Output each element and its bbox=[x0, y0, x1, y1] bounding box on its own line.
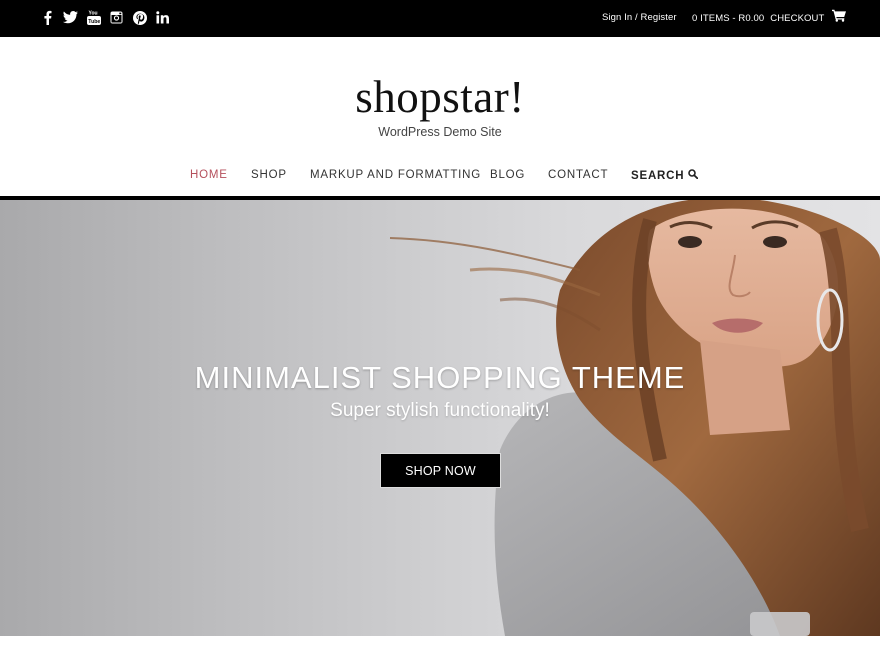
svg-text:Tube: Tube bbox=[88, 19, 100, 25]
cart-summary[interactable]: 0 ITEMS - R0.00 CHECKOUT bbox=[692, 9, 847, 25]
checkout-link[interactable]: CHECKOUT bbox=[770, 13, 824, 24]
shopping-cart-icon[interactable] bbox=[832, 9, 847, 25]
nav-item-home[interactable]: HOME bbox=[190, 169, 228, 181]
instagram-icon[interactable] bbox=[109, 9, 124, 26]
nav-item-contact[interactable]: CONTACT bbox=[548, 169, 608, 181]
facebook-icon[interactable] bbox=[40, 9, 55, 26]
shop-now-button[interactable]: SHOP NOW bbox=[380, 453, 501, 488]
cart-items-count: 0 ITEMS - R0.00 bbox=[692, 13, 765, 24]
search-icon bbox=[688, 169, 699, 182]
sign-in-register-link[interactable]: Sign In / Register bbox=[602, 12, 677, 23]
site-logo[interactable]: shopstar! bbox=[0, 71, 880, 123]
page-bottom-space bbox=[0, 636, 880, 660]
nav-item-blog[interactable]: BLOG bbox=[490, 169, 525, 181]
twitter-icon[interactable] bbox=[63, 9, 78, 26]
pinterest-icon[interactable] bbox=[132, 9, 147, 26]
nav-search-label: SEARCH bbox=[631, 169, 685, 182]
nav-item-search[interactable]: SEARCH bbox=[631, 169, 699, 182]
svg-text:You: You bbox=[88, 11, 97, 17]
social-links: You Tube bbox=[40, 9, 170, 26]
linkedin-icon[interactable] bbox=[155, 9, 170, 26]
hero-title: MINIMALIST SHOPPING THEME bbox=[194, 360, 686, 395]
main-navigation: HOME SHOP MARKUP AND FORMATTING BLOG CON… bbox=[0, 169, 880, 185]
nav-item-markup-and-formatting[interactable]: MARKUP AND FORMATTING bbox=[310, 169, 481, 181]
site-tagline: WordPress Demo Site bbox=[378, 125, 502, 139]
youtube-icon[interactable]: You Tube bbox=[86, 9, 101, 26]
nav-item-shop[interactable]: SHOP bbox=[251, 169, 287, 181]
hero-subtitle: Super stylish functionality! bbox=[330, 400, 550, 421]
top-bar: You Tube Sign In / Register 0 ITEMS - R0.… bbox=[0, 0, 880, 37]
hero-slider: MINIMALIST SHOPPING THEME Super stylish … bbox=[0, 200, 880, 636]
